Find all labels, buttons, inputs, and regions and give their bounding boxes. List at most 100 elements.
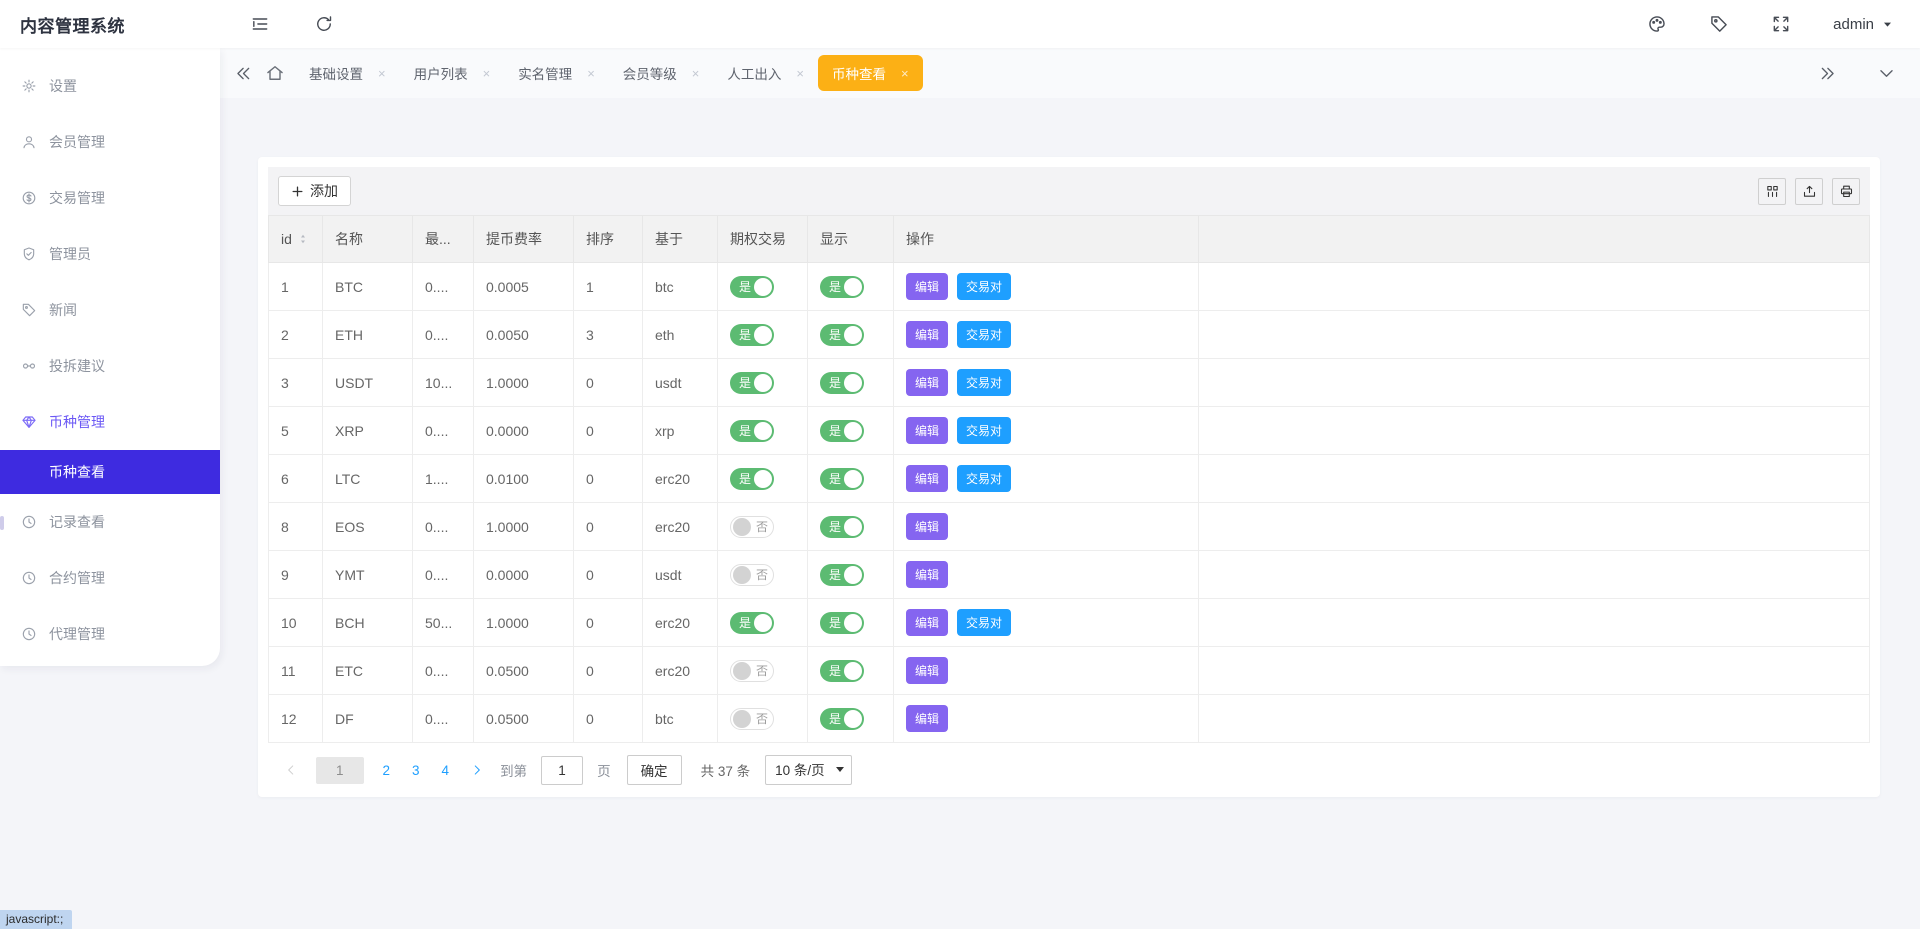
next-page-icon[interactable] bbox=[470, 763, 484, 777]
toggle-on[interactable]: 是 bbox=[730, 275, 774, 298]
goto-page-input[interactable] bbox=[541, 755, 584, 785]
tab-close-icon[interactable]: × bbox=[587, 67, 595, 80]
toggle-on[interactable]: 是 bbox=[820, 659, 864, 682]
toggle-on[interactable]: 是 bbox=[820, 275, 864, 298]
tag-icon[interactable] bbox=[1709, 14, 1729, 34]
pagination: 1 2 3 4 到第 页 确定 共 37 条 10 条/页 bbox=[268, 755, 1870, 785]
sidebar-item-7[interactable]: 币种管理 bbox=[0, 394, 220, 450]
tabs-scroll-right-icon[interactable] bbox=[1818, 64, 1837, 83]
edit-button[interactable]: 编辑 bbox=[906, 273, 949, 300]
tab-close-icon[interactable]: × bbox=[901, 67, 909, 80]
edit-button[interactable]: 编辑 bbox=[906, 465, 949, 492]
filter-columns-button[interactable] bbox=[1758, 177, 1786, 205]
collapse-menu-icon[interactable] bbox=[250, 14, 270, 34]
cell-sort: 1 bbox=[573, 262, 643, 311]
cell-option-trade: 是 bbox=[717, 598, 808, 647]
tabs-menu-icon[interactable] bbox=[1877, 64, 1896, 83]
sidebar-scrollbar-thumb[interactable] bbox=[0, 516, 4, 530]
cell-base: erc20 bbox=[642, 502, 718, 551]
trading-pair-button[interactable]: 交易对 bbox=[957, 465, 1012, 492]
confirm-page-button[interactable]: 确定 bbox=[626, 755, 682, 785]
home-tab-icon[interactable] bbox=[265, 63, 285, 83]
toggle-off[interactable]: 否 bbox=[730, 707, 774, 730]
toggle-on[interactable]: 是 bbox=[820, 707, 864, 730]
cell-fee: 1.0000 bbox=[473, 502, 574, 551]
tab-close-icon[interactable]: × bbox=[692, 67, 700, 80]
cell-base: erc20 bbox=[642, 646, 718, 695]
cell-empty bbox=[1198, 598, 1870, 647]
trading-pair-button[interactable]: 交易对 bbox=[957, 273, 1012, 300]
edit-button[interactable]: 编辑 bbox=[906, 657, 949, 684]
cell-max: 0.... bbox=[412, 310, 474, 359]
toggle-on[interactable]: 是 bbox=[820, 371, 864, 394]
toggle-on[interactable]: 是 bbox=[820, 515, 864, 538]
tab-close-icon[interactable]: × bbox=[378, 67, 386, 80]
tab-item-2[interactable]: 用户列表 × bbox=[400, 55, 505, 91]
sidebar-item-3[interactable]: 交易管理 bbox=[0, 170, 220, 226]
trading-pair-button[interactable]: 交易对 bbox=[957, 369, 1012, 396]
toggle-label: 是 bbox=[829, 280, 842, 294]
sidebar-item-5[interactable]: 新闻 bbox=[0, 282, 220, 338]
edit-button[interactable]: 编辑 bbox=[906, 513, 949, 540]
sidebar-item-4[interactable]: 管理员 bbox=[0, 226, 220, 282]
columns-icon bbox=[1765, 184, 1780, 199]
toggle-on[interactable]: 是 bbox=[730, 371, 774, 394]
edit-button[interactable]: 编辑 bbox=[906, 321, 949, 348]
sort-icon[interactable] bbox=[297, 232, 309, 246]
page-number[interactable]: 2 bbox=[383, 763, 391, 778]
table-row: 5 XRP 0.... 0.0000 0 xrp 是 是 编辑 交易对 bbox=[268, 406, 1870, 455]
theme-palette-icon[interactable] bbox=[1647, 14, 1667, 34]
trading-pair-button[interactable]: 交易对 bbox=[957, 321, 1012, 348]
user-menu[interactable]: admin bbox=[1833, 16, 1894, 33]
toggle-on[interactable]: 是 bbox=[820, 611, 864, 634]
toggle-on[interactable]: 是 bbox=[820, 419, 864, 442]
sidebar-item-1[interactable]: 设置 bbox=[0, 58, 220, 114]
edit-button[interactable]: 编辑 bbox=[906, 417, 949, 444]
sidebar-item-8[interactable]: 币种查看 bbox=[0, 450, 220, 494]
tab-item-4[interactable]: 会员等级 × bbox=[609, 55, 714, 91]
toggle-on[interactable]: 是 bbox=[730, 611, 774, 634]
toggle-on[interactable]: 是 bbox=[820, 563, 864, 586]
toggle-off[interactable]: 否 bbox=[730, 659, 774, 682]
trading-pair-button[interactable]: 交易对 bbox=[957, 417, 1012, 444]
prev-page-icon[interactable] bbox=[284, 763, 298, 777]
tab-close-icon[interactable]: × bbox=[483, 67, 491, 80]
sidebar-item-9[interactable]: 记录查看 bbox=[0, 494, 220, 550]
refresh-icon[interactable] bbox=[314, 14, 334, 34]
page-number[interactable]: 4 bbox=[442, 763, 450, 778]
edit-button[interactable]: 编辑 bbox=[906, 705, 949, 732]
tab-item-3[interactable]: 实名管理 × bbox=[504, 55, 609, 91]
toggle-on[interactable]: 是 bbox=[730, 419, 774, 442]
add-button[interactable]: 添加 bbox=[278, 176, 351, 206]
sidebar-item-11[interactable]: 代理管理 bbox=[0, 606, 220, 662]
toggle-on[interactable]: 是 bbox=[820, 467, 864, 490]
fullscreen-icon[interactable] bbox=[1771, 14, 1791, 34]
edit-button[interactable]: 编辑 bbox=[906, 609, 949, 636]
page-size-select[interactable]: 10 条/页 bbox=[765, 755, 853, 785]
toggle-off[interactable]: 否 bbox=[730, 563, 774, 586]
trading-pair-button[interactable]: 交易对 bbox=[957, 609, 1012, 636]
export-button[interactable] bbox=[1795, 177, 1823, 205]
toggle-on[interactable]: 是 bbox=[730, 323, 774, 346]
page-number-current[interactable]: 1 bbox=[316, 756, 364, 784]
edit-button[interactable]: 编辑 bbox=[906, 369, 949, 396]
toggle-label: 否 bbox=[756, 712, 769, 726]
toggle-knob bbox=[844, 325, 862, 344]
table-row: 12 DF 0.... 0.0500 0 btc 否 是 编辑 bbox=[268, 694, 1870, 743]
edit-button[interactable]: 编辑 bbox=[906, 561, 949, 588]
tab-item-1[interactable]: 基础设置 × bbox=[295, 55, 400, 91]
toggle-off[interactable]: 否 bbox=[730, 515, 774, 538]
cell-name: XRP bbox=[322, 406, 413, 455]
toggle-on[interactable]: 是 bbox=[820, 323, 864, 346]
sidebar-item-6[interactable]: 投拆建议 bbox=[0, 338, 220, 394]
tab-item-5[interactable]: 人工出入 × bbox=[713, 55, 818, 91]
tab-item-6[interactable]: 币种查看 × bbox=[817, 55, 923, 91]
tabs-scroll-left-icon[interactable] bbox=[234, 64, 253, 83]
tab-close-icon[interactable]: × bbox=[796, 67, 804, 80]
page-number[interactable]: 3 bbox=[412, 763, 420, 778]
sidebar-item-2[interactable]: 会员管理 bbox=[0, 114, 220, 170]
print-button[interactable] bbox=[1832, 177, 1860, 205]
sidebar-item-10[interactable]: 合约管理 bbox=[0, 550, 220, 606]
toggle-label: 是 bbox=[739, 424, 752, 438]
toggle-on[interactable]: 是 bbox=[730, 467, 774, 490]
